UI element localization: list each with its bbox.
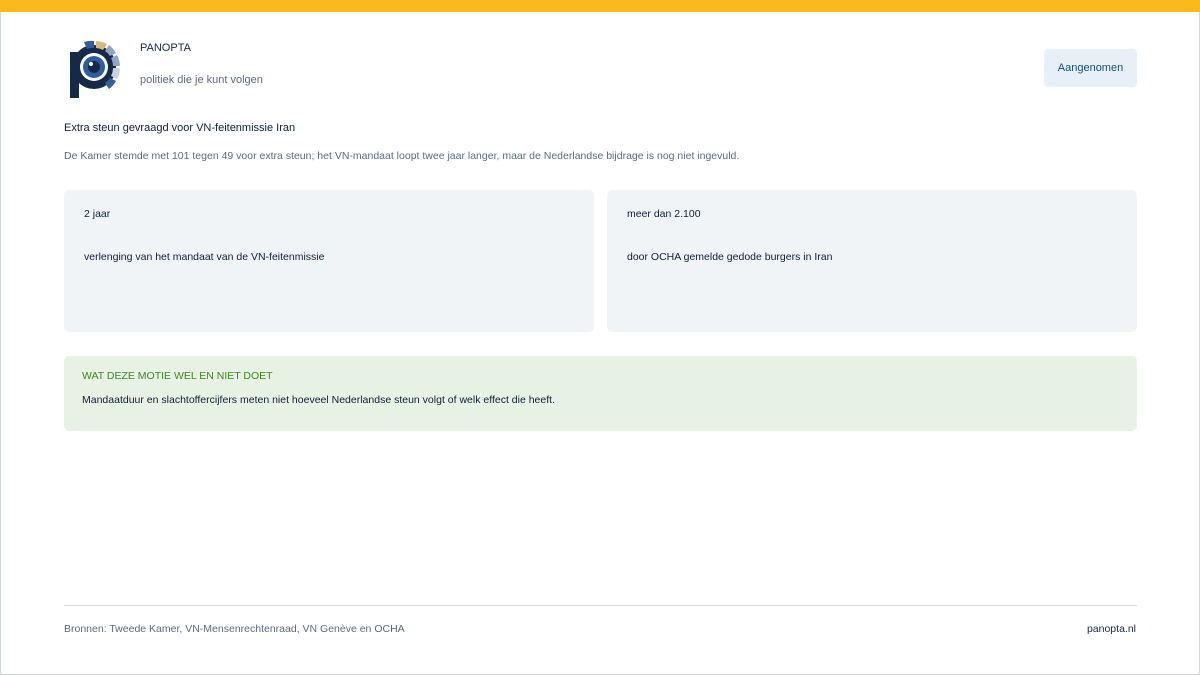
stat-value: meer dan 2.100 — [627, 208, 701, 220]
motion-summary: De Kamer stemde met 101 tegen 49 voor ex… — [64, 150, 740, 162]
status-badge: Aangenomen — [1044, 49, 1137, 87]
brand-tagline: politiek die je kunt volgen — [140, 74, 263, 86]
stat-value: 2 jaar — [84, 208, 111, 220]
site-link[interactable]: panopta.nl — [1087, 623, 1136, 635]
footer-divider — [64, 605, 1137, 606]
explanation-box: WAT DEZE MOTIE WEL EN NIET DOET Mandaatd… — [64, 356, 1137, 431]
page-frame — [0, 0, 1200, 675]
stat-description: door OCHA gemelde gedode burgers in Iran — [627, 251, 833, 263]
panopta-logo — [66, 40, 122, 100]
status-label: Aangenomen — [1057, 62, 1124, 74]
motion-title: Extra steun gevraagd voor VN-feitenmissi… — [64, 122, 296, 134]
stat-description: verlenging van het mandaat van de VN-fei… — [84, 251, 325, 263]
explanation-heading: WAT DEZE MOTIE WEL EN NIET DOET — [82, 370, 273, 382]
accent-bar — [0, 0, 1200, 12]
stat-card-casualties: meer dan 2.100 door OCHA gemelde gedode … — [607, 190, 1137, 332]
sources-text: Bronnen: Tweede Kamer, VN-Mensenrechtenr… — [64, 623, 405, 635]
brand-name: PANOPTA — [140, 42, 191, 54]
stat-card-mandate: 2 jaar verlenging van het mandaat van de… — [64, 190, 594, 332]
explanation-text: Mandaatduur en slachtoffercijfers meten … — [82, 394, 555, 406]
